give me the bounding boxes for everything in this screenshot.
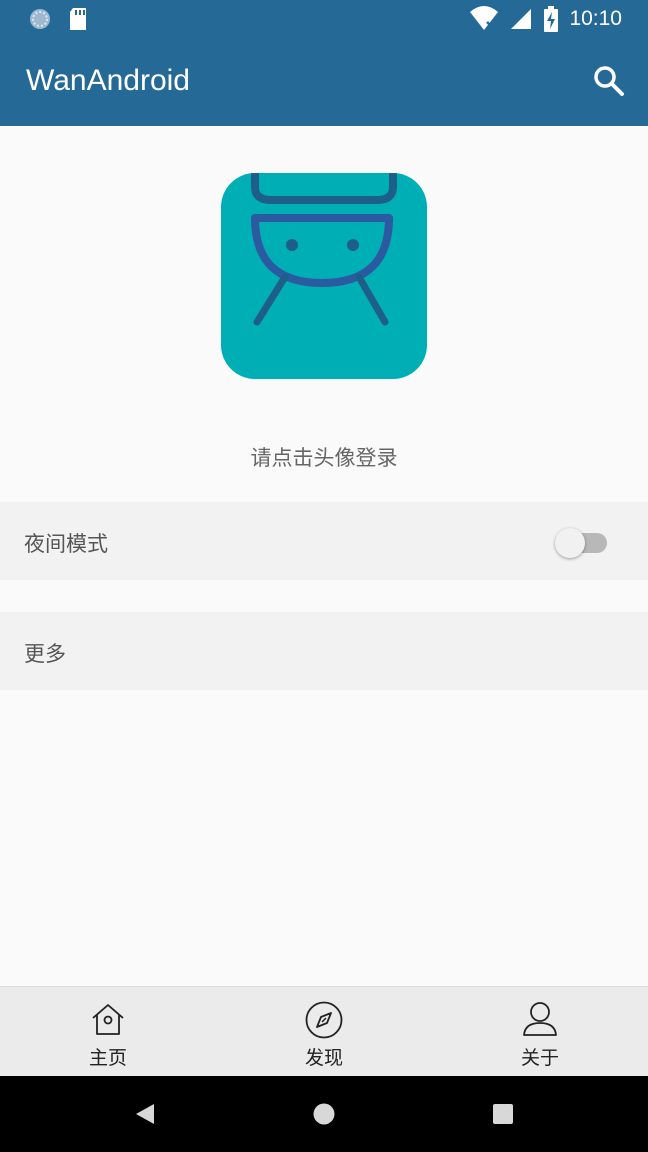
search-icon xyxy=(594,66,624,96)
nav-item-about[interactable]: 关于 xyxy=(432,987,648,1077)
night-mode-row: 夜间模式 xyxy=(0,502,648,580)
app-title: WanAndroid xyxy=(26,64,190,97)
android-logo-icon xyxy=(251,173,397,326)
search-button[interactable] xyxy=(592,64,626,98)
system-nav-bar xyxy=(0,1076,648,1152)
nav-label-about: 关于 xyxy=(520,1047,559,1069)
nav-label-home: 主页 xyxy=(88,1047,127,1069)
app-bar: WanAndroid xyxy=(0,40,648,126)
status-bar: 10:10 xyxy=(0,0,648,40)
login-prompt[interactable]: 请点击头像登录 xyxy=(0,442,648,472)
night-mode-label: 夜间模式 xyxy=(24,532,108,556)
recents-icon[interactable] xyxy=(492,1103,514,1125)
status-time: 10:10 xyxy=(569,7,622,30)
wifi-icon xyxy=(470,6,499,31)
person-icon xyxy=(523,1002,557,1036)
night-mode-switch[interactable] xyxy=(555,528,607,558)
bottom-nav: 主页 发现 关于 xyxy=(0,986,648,1076)
more-label: 更多 xyxy=(24,642,66,666)
avatar[interactable] xyxy=(221,173,427,379)
sd-card-icon xyxy=(70,8,86,30)
nav-item-discover[interactable]: 发现 xyxy=(216,987,432,1077)
cell-signal-icon xyxy=(511,9,532,29)
nav-label-discover: 发现 xyxy=(304,1047,343,1069)
compass-icon xyxy=(305,1001,343,1039)
home-button-icon[interactable] xyxy=(312,1102,336,1126)
back-icon[interactable] xyxy=(134,1102,156,1126)
more-row[interactable]: 更多 xyxy=(0,612,648,690)
status-left-icons xyxy=(28,7,88,31)
status-right-icons: 10:10 xyxy=(469,6,622,32)
home-icon xyxy=(92,1004,124,1035)
battery-icon xyxy=(544,6,559,32)
sync-icon xyxy=(30,9,50,29)
switch-thumb xyxy=(555,528,585,558)
nav-item-home[interactable]: 主页 xyxy=(0,987,216,1077)
